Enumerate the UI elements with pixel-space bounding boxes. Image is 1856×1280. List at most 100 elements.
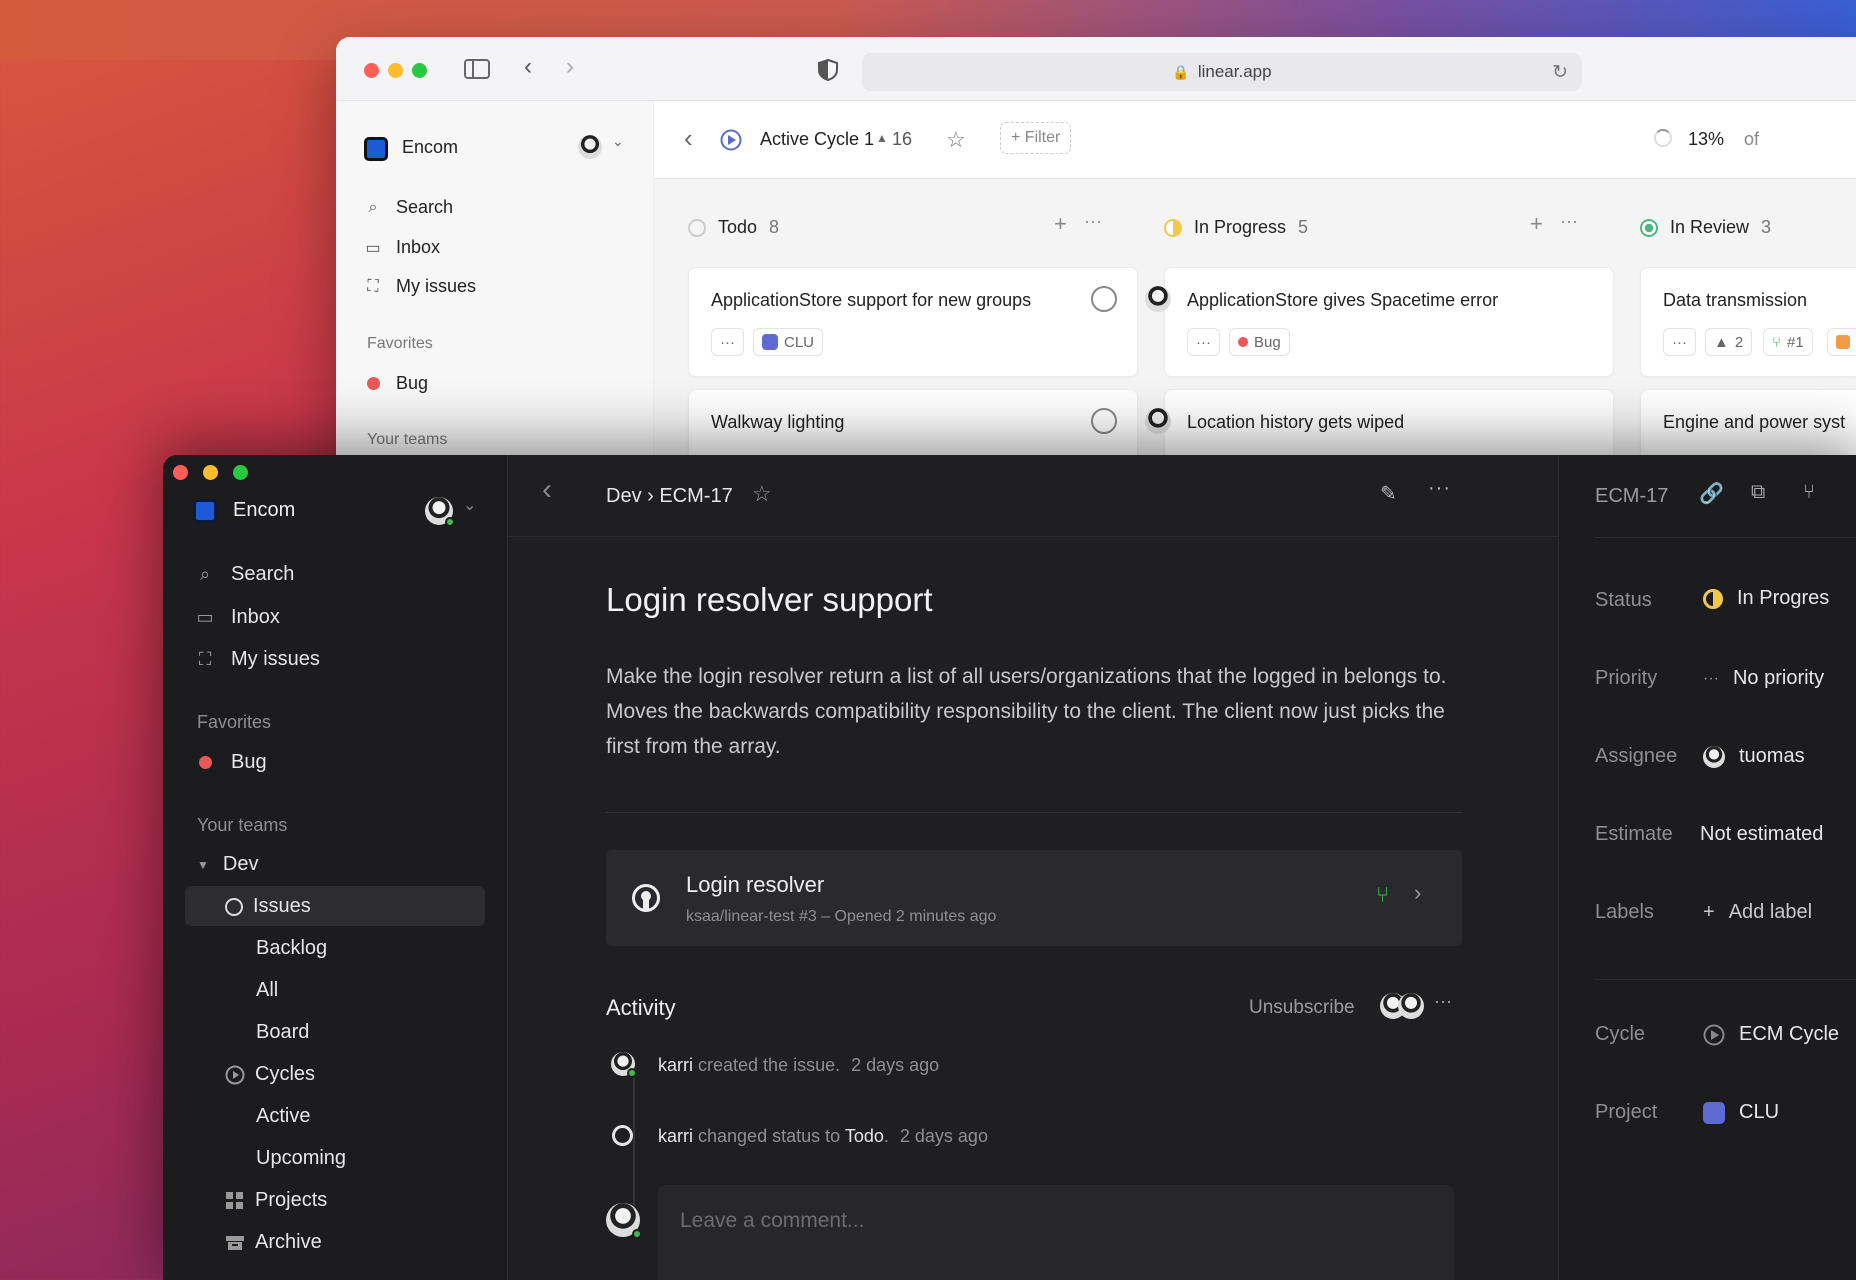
chevron-down-icon[interactable]: ⌄ — [463, 495, 476, 515]
assignee-avatar[interactable] — [1145, 408, 1171, 434]
no-priority-icon: ··· — [1703, 669, 1719, 687]
pull-request-icon: ⑂ — [1376, 882, 1390, 907]
chevron-right-icon[interactable]: › — [1414, 880, 1421, 906]
nav-search[interactable]: ⌕ Search — [195, 563, 294, 586]
address-bar[interactable]: 🔒 linear.app ↻ — [862, 53, 1582, 91]
chevron-down-icon[interactable]: ⌄ — [612, 133, 624, 150]
issue-id: ECM-17 — [1595, 485, 1669, 507]
estimate-value[interactable]: Not estimated — [1700, 823, 1823, 846]
unassigned-avatar-icon[interactable] — [1091, 286, 1117, 312]
priority-value[interactable]: ··· No priority — [1703, 667, 1824, 690]
priority-chip[interactable]: ··· — [1663, 328, 1696, 356]
favorite-bug[interactable]: Bug — [364, 373, 428, 394]
issue-detail: ‹ Dev › ECM-17 ☆ ✎ ··· Login resolver su… — [508, 455, 1558, 1280]
project-icon — [1703, 1101, 1725, 1124]
issue-description[interactable]: Make the login resolver return a list of… — [606, 659, 1466, 764]
forward-icon[interactable]: › — [566, 53, 574, 81]
assignee-value[interactable]: tuomas — [1703, 745, 1805, 768]
team-dev[interactable]: ▼ Dev — [197, 853, 258, 876]
cycle-icon — [1703, 1024, 1725, 1045]
close-button[interactable] — [364, 63, 379, 78]
team-item-backlog[interactable]: Backlog — [256, 937, 327, 960]
activity-time: 2 days ago — [899, 1126, 988, 1146]
archive-icon — [226, 1235, 244, 1250]
linked-pr-card[interactable]: Login resolver ksaa/linear-test #3 – Ope… — [606, 850, 1462, 946]
issue-card[interactable]: ApplicationStore gives Spacetime error ·… — [1145, 267, 1614, 377]
nav-search[interactable]: ⌕ Search — [364, 197, 454, 218]
avatar — [606, 1203, 642, 1239]
issue-card[interactable]: ApplicationStore support for new groups … — [688, 267, 1138, 377]
team-item-board[interactable]: Board — [256, 1021, 309, 1044]
pr-title: Login resolver — [686, 872, 825, 897]
back-icon[interactable]: ‹ — [684, 123, 693, 154]
divider — [606, 812, 1462, 813]
team-item-cycles[interactable]: Cycles — [225, 1063, 315, 1086]
estimate-label: Estimate — [1595, 823, 1673, 845]
copy-icon[interactable]: ⧉ — [1751, 481, 1765, 504]
team-item-active[interactable]: Active — [256, 1105, 310, 1128]
cycle-value[interactable]: ECM Cycle — [1703, 1023, 1839, 1046]
in-progress-status-icon — [1703, 588, 1723, 609]
issue-title[interactable]: Login resolver support — [606, 581, 933, 619]
assignee-avatar[interactable] — [1145, 286, 1171, 312]
star-icon[interactable]: ☆ — [752, 481, 772, 507]
status-value[interactable]: In Progres — [1703, 587, 1829, 610]
sidebar-toggle-icon[interactable] — [464, 59, 490, 79]
label-chip[interactable]: S — [1827, 328, 1856, 356]
branch-icon[interactable]: ⑂ — [1803, 481, 1815, 504]
link-icon[interactable]: 🔗 — [1699, 481, 1724, 506]
comment-box[interactable]: Leave a comment... — [658, 1185, 1454, 1280]
more-icon[interactable]: ··· — [1084, 211, 1102, 232]
team-item-all[interactable]: All — [256, 979, 278, 1002]
edit-icon[interactable]: ✎ — [1380, 481, 1397, 506]
team-item-issues[interactable]: Issues — [225, 895, 311, 918]
more-icon[interactable]: ··· — [1560, 211, 1578, 232]
assignee-label: Assignee — [1595, 745, 1678, 767]
reload-icon[interactable]: ↻ — [1552, 61, 1568, 84]
unsubscribe-button[interactable]: Unsubscribe — [1249, 997, 1355, 1019]
pr-chip[interactable]: ⑂ #1 — [1763, 328, 1813, 356]
subscriber-avatar[interactable] — [1398, 993, 1424, 1019]
team-item-projects[interactable]: Projects — [225, 1189, 327, 1212]
label-chip[interactable]: Bug — [1229, 328, 1290, 356]
project-value[interactable]: CLU — [1703, 1101, 1779, 1124]
estimate-chip[interactable]: ▲ 2 — [1705, 328, 1753, 356]
more-icon[interactable]: ··· — [1434, 991, 1452, 1012]
shield-icon[interactable] — [818, 59, 838, 81]
back-icon[interactable]: ‹ — [542, 473, 552, 507]
priority-chip[interactable]: ··· — [1187, 328, 1220, 356]
more-icon[interactable]: ··· — [1428, 477, 1451, 500]
nav-my-issues[interactable]: ⛶ My issues — [364, 276, 476, 297]
issue-card[interactable]: Data transmission ··· ▲2 ⑂#1 S — [1640, 267, 1856, 377]
nav-my-issues[interactable]: ⛶ My issues — [195, 648, 320, 671]
favorite-bug[interactable]: Bug — [195, 751, 267, 774]
breadcrumb[interactable]: Dev › ECM-17 — [606, 485, 733, 508]
activity-user[interactable]: karri — [658, 1055, 693, 1075]
star-icon[interactable]: ☆ — [946, 127, 966, 153]
team-item-upcoming[interactable]: Upcoming — [256, 1147, 346, 1170]
unassigned-avatar-icon[interactable] — [1091, 408, 1117, 434]
maximize-button[interactable] — [233, 465, 248, 480]
activity-user[interactable]: karri — [658, 1126, 693, 1146]
nav-inbox[interactable]: ▭ Inbox — [364, 237, 440, 258]
maximize-button[interactable] — [412, 63, 427, 78]
close-button[interactable] — [173, 465, 188, 480]
add-icon[interactable]: + — [1530, 211, 1543, 237]
workspace-name[interactable]: Encom — [402, 137, 458, 158]
filter-button[interactable]: + Filter — [1000, 122, 1072, 154]
minimize-button[interactable] — [388, 63, 403, 78]
team-item-archive[interactable]: Archive — [225, 1231, 322, 1254]
workspace-name[interactable]: Encom — [233, 499, 295, 522]
projects-icon — [226, 1191, 243, 1209]
add-label-button[interactable]: + Add label — [1703, 901, 1812, 924]
avatar[interactable] — [578, 135, 602, 159]
avatar[interactable] — [425, 497, 455, 527]
activity-text: changed status to — [698, 1126, 841, 1146]
add-icon[interactable]: + — [1054, 211, 1067, 237]
nav-inbox[interactable]: ▭ Inbox — [195, 606, 279, 629]
label-chip[interactable]: CLU — [753, 328, 824, 356]
column-header-in-progress: In Progress 5 — [1164, 217, 1308, 238]
priority-chip[interactable]: ··· — [711, 328, 744, 356]
back-icon[interactable]: ‹ — [524, 53, 532, 81]
minimize-button[interactable] — [203, 465, 218, 480]
